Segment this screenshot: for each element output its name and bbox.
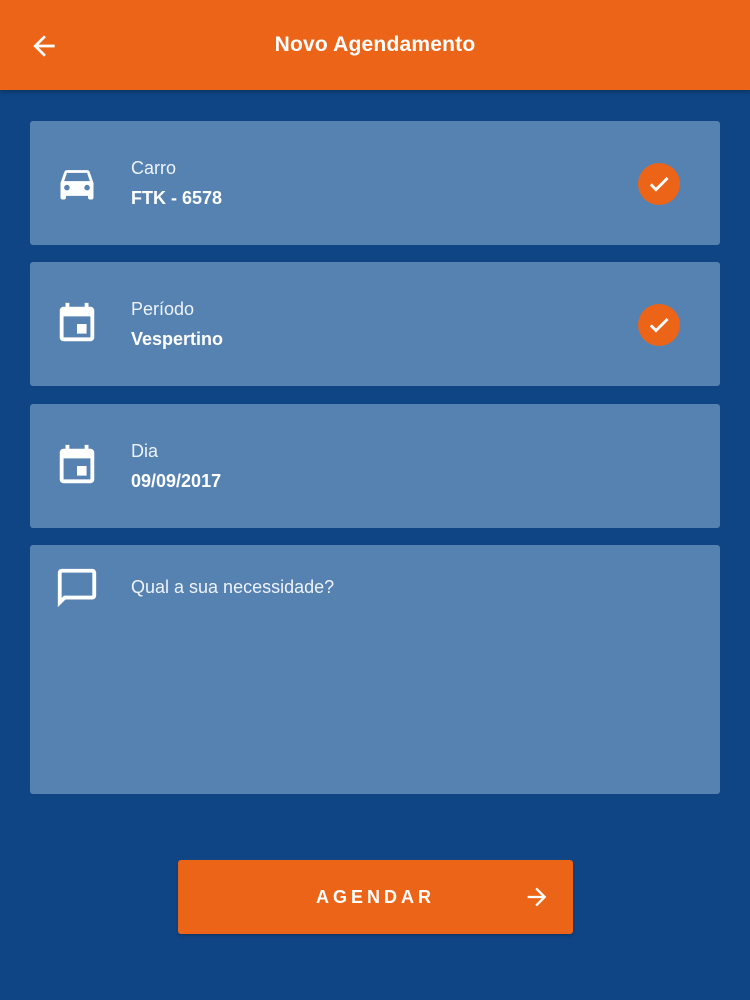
need-card	[30, 545, 720, 794]
arrow-right-icon	[523, 883, 551, 911]
calendar-icon	[54, 443, 100, 489]
car-icon	[54, 160, 100, 206]
day-label: Dia	[131, 441, 159, 461]
car-value: FTK - 6578	[131, 188, 223, 208]
car-field[interactable]: Carro FTK - 6578	[30, 121, 720, 245]
period-label: Período	[131, 299, 195, 319]
schedule-button[interactable]: AGENDAR	[178, 860, 573, 934]
period-field[interactable]: Período Vespertino	[30, 262, 720, 386]
calendar-icon	[54, 301, 100, 347]
message-icon	[54, 565, 100, 611]
check-icon	[638, 304, 680, 346]
car-label: Carro	[131, 158, 177, 178]
day-field[interactable]: Dia 09/09/2017	[30, 404, 720, 528]
period-value: Vespertino	[131, 329, 224, 349]
need-input[interactable]	[131, 575, 696, 774]
day-value: 09/09/2017	[131, 471, 222, 491]
schedule-button-label: AGENDAR	[315, 887, 435, 907]
check-icon	[638, 163, 680, 205]
app-bar: Novo Agendamento	[0, 0, 750, 90]
page-title: Novo Agendamento	[274, 33, 476, 56]
